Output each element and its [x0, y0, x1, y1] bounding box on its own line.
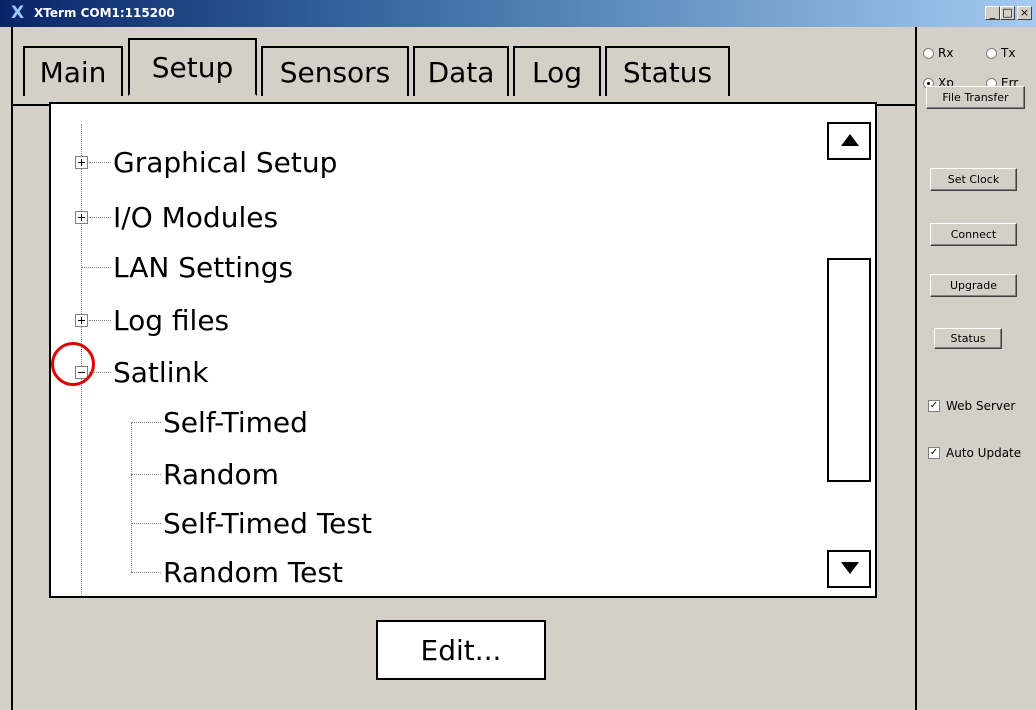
- scroll-up-button[interactable]: [827, 122, 871, 160]
- control-panel: Rx Tx Xp Err File Transfer Set Clock Con…: [917, 27, 1036, 710]
- tree-item-log-files[interactable]: Log files: [113, 294, 229, 346]
- arrow-down-icon: [841, 562, 859, 574]
- tree-item-io-modules[interactable]: I/O Modules: [113, 191, 278, 243]
- scroll-thumb[interactable]: [827, 258, 871, 482]
- tree-guide-line-child: [131, 422, 132, 572]
- tree-connector: [131, 474, 161, 475]
- tree-item-graphical-setup[interactable]: Graphical Setup: [113, 136, 337, 188]
- maximize-button[interactable]: □: [1000, 6, 1015, 20]
- minimize-button[interactable]: _: [985, 6, 1000, 20]
- tab-main[interactable]: Main: [23, 46, 123, 96]
- tree-item-self-timed-test[interactable]: Self-Timed Test: [163, 497, 372, 549]
- expand-plus-icon[interactable]: [75, 211, 88, 224]
- radio-tx[interactable]: Tx: [986, 46, 1015, 60]
- tab-log[interactable]: Log: [513, 46, 601, 96]
- radio-rx-label: Rx: [938, 46, 954, 60]
- tree-connector: [131, 572, 161, 573]
- tree-connector: [89, 320, 111, 321]
- tree-connector: [89, 162, 111, 163]
- tree-connector: [81, 267, 111, 268]
- title-bar[interactable]: X XTerm COM1:115200 _ □ ×: [0, 0, 1036, 27]
- tab-status[interactable]: Status: [605, 46, 730, 96]
- tree-item-satlink[interactable]: Satlink: [113, 346, 208, 398]
- auto-update-checkbox[interactable]: ✓ Auto Update: [928, 446, 1021, 460]
- tab-sensors[interactable]: Sensors: [261, 46, 409, 96]
- arrow-up-icon: [841, 134, 859, 146]
- radio-rx[interactable]: Rx: [923, 46, 953, 60]
- close-button[interactable]: ×: [1017, 6, 1032, 20]
- window-title: XTerm COM1:115200: [34, 6, 175, 20]
- radio-rx-indicator[interactable]: [923, 47, 934, 59]
- tree-item-self-timed[interactable]: Self-Timed: [163, 396, 308, 448]
- web-server-checkbox[interactable]: ✓ Web Server: [928, 399, 1015, 413]
- tree-item-random[interactable]: Random: [163, 448, 279, 500]
- web-server-label: Web Server: [946, 399, 1016, 413]
- expand-plus-icon[interactable]: [75, 314, 88, 327]
- status-button[interactable]: Status: [934, 328, 1002, 349]
- tree-item-lan-settings[interactable]: LAN Settings: [113, 241, 293, 293]
- file-transfer-button[interactable]: File Transfer: [926, 86, 1025, 109]
- connect-button[interactable]: Connect: [930, 223, 1017, 246]
- setup-tree-view[interactable]: Graphical Setup I/O Modules LAN Settings…: [49, 102, 877, 598]
- expand-plus-icon[interactable]: [75, 156, 88, 169]
- auto-update-label: Auto Update: [946, 446, 1022, 460]
- upgrade-button[interactable]: Upgrade: [930, 274, 1017, 297]
- scroll-down-button[interactable]: [827, 550, 871, 588]
- tab-setup[interactable]: Setup: [128, 38, 257, 96]
- set-clock-button[interactable]: Set Clock: [930, 168, 1017, 191]
- tree-connector: [89, 217, 111, 218]
- tree-connector: [131, 523, 161, 524]
- window-controls: _ □ ×: [985, 6, 1032, 20]
- radio-tx-indicator[interactable]: [986, 47, 997, 59]
- tree-scrollbar[interactable]: [823, 104, 875, 596]
- x-logo-icon: X: [11, 3, 25, 23]
- device-screen: Main Setup Sensors Data Log Status Graph…: [11, 27, 917, 710]
- check-icon[interactable]: ✓: [928, 447, 940, 459]
- radio-tx-label: Tx: [1001, 46, 1016, 60]
- check-icon[interactable]: ✓: [928, 400, 940, 412]
- tab-data[interactable]: Data: [413, 46, 509, 96]
- highlight-annotation-circle: [51, 342, 95, 386]
- edit-button[interactable]: Edit...: [376, 620, 546, 680]
- tree-item-random-test[interactable]: Random Test: [163, 546, 343, 596]
- tree-connector: [131, 422, 161, 423]
